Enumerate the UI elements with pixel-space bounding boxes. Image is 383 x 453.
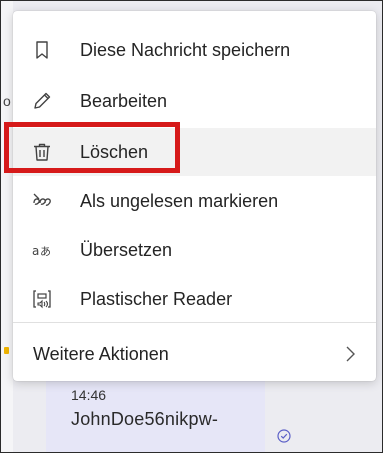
teams-chat-window: o 14:46 JohnDoe56nikpw- Diese Nachricht … <box>0 0 383 453</box>
menu-item-label: Als ungelesen markieren <box>80 190 279 211</box>
message-author: JohnDoe56nikpw- <box>71 409 219 429</box>
menu-item-label: Plastischer Reader <box>80 288 233 309</box>
menu-item-label: Diese Nachricht speichern <box>80 39 291 60</box>
translate-icon: a あ <box>31 239 53 261</box>
left-accent-mark <box>4 347 9 354</box>
menu-item-label: Bearbeiten <box>80 90 168 111</box>
menu-item-save-message[interactable]: Diese Nachricht speichern <box>13 26 376 74</box>
left-chat-strip <box>1 1 13 452</box>
bookmark-icon <box>31 39 53 61</box>
chevron-right-icon <box>346 346 355 362</box>
more-actions-label: Weitere Aktionen <box>33 343 169 364</box>
read-receipt-icon <box>277 429 291 443</box>
menu-item-more-actions[interactable]: Weitere Aktionen <box>13 330 376 378</box>
menu-item-label: Übersetzen <box>80 239 173 260</box>
left-partial-letter: o <box>3 93 11 109</box>
menu-item-immersive-reader[interactable]: Plastischer Reader <box>13 275 376 323</box>
trash-icon <box>31 141 53 163</box>
mark-unread-icon <box>31 190 53 212</box>
menu-separator <box>13 322 376 323</box>
menu-item-delete[interactable]: Löschen <box>13 128 376 176</box>
pencil-icon <box>31 90 53 112</box>
menu-item-edit[interactable]: Bearbeiten <box>13 77 376 125</box>
message-time: 14:46 <box>71 387 107 403</box>
svg-text:a: a <box>32 244 39 258</box>
menu-item-translate[interactable]: a あ Übersetzen <box>13 226 376 274</box>
message-context-menu: Diese Nachricht speichern Bearbeiten Lös… <box>13 11 376 381</box>
menu-item-mark-unread[interactable]: Als ungelesen markieren <box>13 177 376 225</box>
immersive-reader-icon <box>31 288 53 310</box>
menu-item-label: Löschen <box>80 141 149 162</box>
svg-text:あ: あ <box>40 245 51 258</box>
